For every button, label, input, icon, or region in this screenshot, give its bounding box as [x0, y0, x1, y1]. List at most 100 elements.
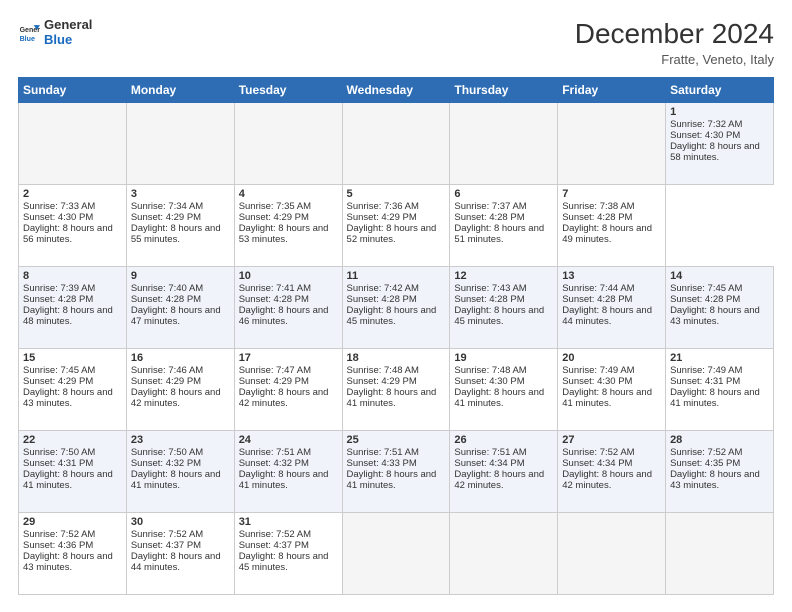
calendar-cell: 29Sunrise: 7:52 AMSunset: 4:36 PMDayligh…	[19, 513, 127, 595]
calendar-cell: 19Sunrise: 7:48 AMSunset: 4:30 PMDayligh…	[450, 349, 558, 431]
sunset-text: Sunset: 4:30 PM	[23, 212, 93, 223]
day-number: 24	[239, 434, 338, 446]
day-number: 6	[454, 188, 553, 200]
calendar-cell: 11Sunrise: 7:42 AMSunset: 4:28 PMDayligh…	[342, 267, 450, 349]
sunrise-text: Sunrise: 7:46 AM	[131, 365, 203, 376]
sunrise-text: Sunrise: 7:52 AM	[131, 529, 203, 540]
daylight-text: Daylight: 8 hours and 45 minutes.	[239, 551, 329, 573]
daylight-text: Daylight: 8 hours and 43 minutes.	[670, 469, 760, 491]
sunset-text: Sunset: 4:29 PM	[239, 376, 309, 387]
sunrise-text: Sunrise: 7:41 AM	[239, 283, 311, 294]
calendar-cell	[558, 103, 666, 185]
daylight-text: Daylight: 8 hours and 45 minutes.	[454, 305, 544, 327]
sunrise-text: Sunrise: 7:52 AM	[239, 529, 311, 540]
day-number: 14	[670, 270, 769, 282]
week-row-1: 1Sunrise: 7:32 AMSunset: 4:30 PMDaylight…	[19, 103, 774, 185]
day-number: 21	[670, 352, 769, 364]
calendar-page: General Blue General Blue December 2024 …	[0, 0, 792, 612]
sunset-text: Sunset: 4:29 PM	[23, 376, 93, 387]
sunrise-text: Sunrise: 7:45 AM	[670, 283, 742, 294]
sunset-text: Sunset: 4:30 PM	[454, 376, 524, 387]
sunset-text: Sunset: 4:37 PM	[239, 540, 309, 551]
sunrise-text: Sunrise: 7:45 AM	[23, 365, 95, 376]
day-number: 3	[131, 188, 230, 200]
sunrise-text: Sunrise: 7:37 AM	[454, 201, 526, 212]
sunrise-text: Sunrise: 7:50 AM	[131, 447, 203, 458]
sunset-text: Sunset: 4:28 PM	[347, 294, 417, 305]
calendar-cell: 17Sunrise: 7:47 AMSunset: 4:29 PMDayligh…	[234, 349, 342, 431]
daylight-text: Daylight: 8 hours and 41 minutes.	[23, 469, 113, 491]
calendar-cell: 6Sunrise: 7:37 AMSunset: 4:28 PMDaylight…	[450, 185, 558, 267]
sunrise-text: Sunrise: 7:49 AM	[562, 365, 634, 376]
sunrise-text: Sunrise: 7:48 AM	[454, 365, 526, 376]
day-number: 15	[23, 352, 122, 364]
calendar-cell: 23Sunrise: 7:50 AMSunset: 4:32 PMDayligh…	[126, 431, 234, 513]
sunset-text: Sunset: 4:28 PM	[131, 294, 201, 305]
week-row-6: 29Sunrise: 7:52 AMSunset: 4:36 PMDayligh…	[19, 513, 774, 595]
logo-line2: Blue	[44, 33, 92, 48]
daylight-text: Daylight: 8 hours and 41 minutes.	[347, 387, 437, 409]
sunset-text: Sunset: 4:28 PM	[454, 294, 524, 305]
sunrise-text: Sunrise: 7:33 AM	[23, 201, 95, 212]
sunset-text: Sunset: 4:32 PM	[131, 458, 201, 469]
calendar-cell: 14Sunrise: 7:45 AMSunset: 4:28 PMDayligh…	[666, 267, 774, 349]
daylight-text: Daylight: 8 hours and 55 minutes.	[131, 223, 221, 245]
day-number: 20	[562, 352, 661, 364]
calendar-cell	[234, 103, 342, 185]
day-number: 7	[562, 188, 661, 200]
sunset-text: Sunset: 4:37 PM	[131, 540, 201, 551]
day-number: 8	[23, 270, 122, 282]
sunset-text: Sunset: 4:35 PM	[670, 458, 740, 469]
day-number: 13	[562, 270, 661, 282]
sunset-text: Sunset: 4:28 PM	[23, 294, 93, 305]
calendar-cell	[666, 513, 774, 595]
logo-icon: General Blue	[18, 22, 40, 44]
sunset-text: Sunset: 4:29 PM	[347, 376, 417, 387]
sunrise-text: Sunrise: 7:51 AM	[347, 447, 419, 458]
calendar-cell	[450, 103, 558, 185]
day-number: 10	[239, 270, 338, 282]
daylight-text: Daylight: 8 hours and 41 minutes.	[454, 387, 544, 409]
sunrise-text: Sunrise: 7:39 AM	[23, 283, 95, 294]
sunrise-text: Sunrise: 7:32 AM	[670, 119, 742, 130]
header: General Blue General Blue December 2024 …	[18, 18, 774, 67]
daylight-text: Daylight: 8 hours and 43 minutes.	[23, 551, 113, 573]
daylight-text: Daylight: 8 hours and 41 minutes.	[670, 387, 760, 409]
calendar-cell: 3Sunrise: 7:34 AMSunset: 4:29 PMDaylight…	[126, 185, 234, 267]
calendar-cell	[342, 103, 450, 185]
daylight-text: Daylight: 8 hours and 42 minutes.	[239, 387, 329, 409]
calendar-cell: 4Sunrise: 7:35 AMSunset: 4:29 PMDaylight…	[234, 185, 342, 267]
day-number: 19	[454, 352, 553, 364]
sunset-text: Sunset: 4:29 PM	[131, 376, 201, 387]
sunrise-text: Sunrise: 7:52 AM	[670, 447, 742, 458]
calendar-cell: 2Sunrise: 7:33 AMSunset: 4:30 PMDaylight…	[19, 185, 127, 267]
daylight-text: Daylight: 8 hours and 53 minutes.	[239, 223, 329, 245]
sunrise-text: Sunrise: 7:51 AM	[239, 447, 311, 458]
calendar-cell: 9Sunrise: 7:40 AMSunset: 4:28 PMDaylight…	[126, 267, 234, 349]
header-row: SundayMondayTuesdayWednesdayThursdayFrid…	[19, 78, 774, 103]
calendar-cell: 15Sunrise: 7:45 AMSunset: 4:29 PMDayligh…	[19, 349, 127, 431]
sunrise-text: Sunrise: 7:52 AM	[23, 529, 95, 540]
sunset-text: Sunset: 4:34 PM	[454, 458, 524, 469]
week-row-5: 22Sunrise: 7:50 AMSunset: 4:31 PMDayligh…	[19, 431, 774, 513]
sunset-text: Sunset: 4:28 PM	[562, 294, 632, 305]
sunrise-text: Sunrise: 7:50 AM	[23, 447, 95, 458]
daylight-text: Daylight: 8 hours and 45 minutes.	[347, 305, 437, 327]
calendar-cell: 28Sunrise: 7:52 AMSunset: 4:35 PMDayligh…	[666, 431, 774, 513]
calendar-cell: 27Sunrise: 7:52 AMSunset: 4:34 PMDayligh…	[558, 431, 666, 513]
sunset-text: Sunset: 4:28 PM	[239, 294, 309, 305]
day-number: 5	[347, 188, 446, 200]
calendar-cell: 20Sunrise: 7:49 AMSunset: 4:30 PMDayligh…	[558, 349, 666, 431]
col-header-friday: Friday	[558, 78, 666, 103]
daylight-text: Daylight: 8 hours and 51 minutes.	[454, 223, 544, 245]
daylight-text: Daylight: 8 hours and 52 minutes.	[347, 223, 437, 245]
day-number: 18	[347, 352, 446, 364]
sunset-text: Sunset: 4:32 PM	[239, 458, 309, 469]
day-number: 23	[131, 434, 230, 446]
daylight-text: Daylight: 8 hours and 41 minutes.	[239, 469, 329, 491]
calendar-cell	[558, 513, 666, 595]
sunrise-text: Sunrise: 7:42 AM	[347, 283, 419, 294]
col-header-wednesday: Wednesday	[342, 78, 450, 103]
sunrise-text: Sunrise: 7:35 AM	[239, 201, 311, 212]
col-header-thursday: Thursday	[450, 78, 558, 103]
